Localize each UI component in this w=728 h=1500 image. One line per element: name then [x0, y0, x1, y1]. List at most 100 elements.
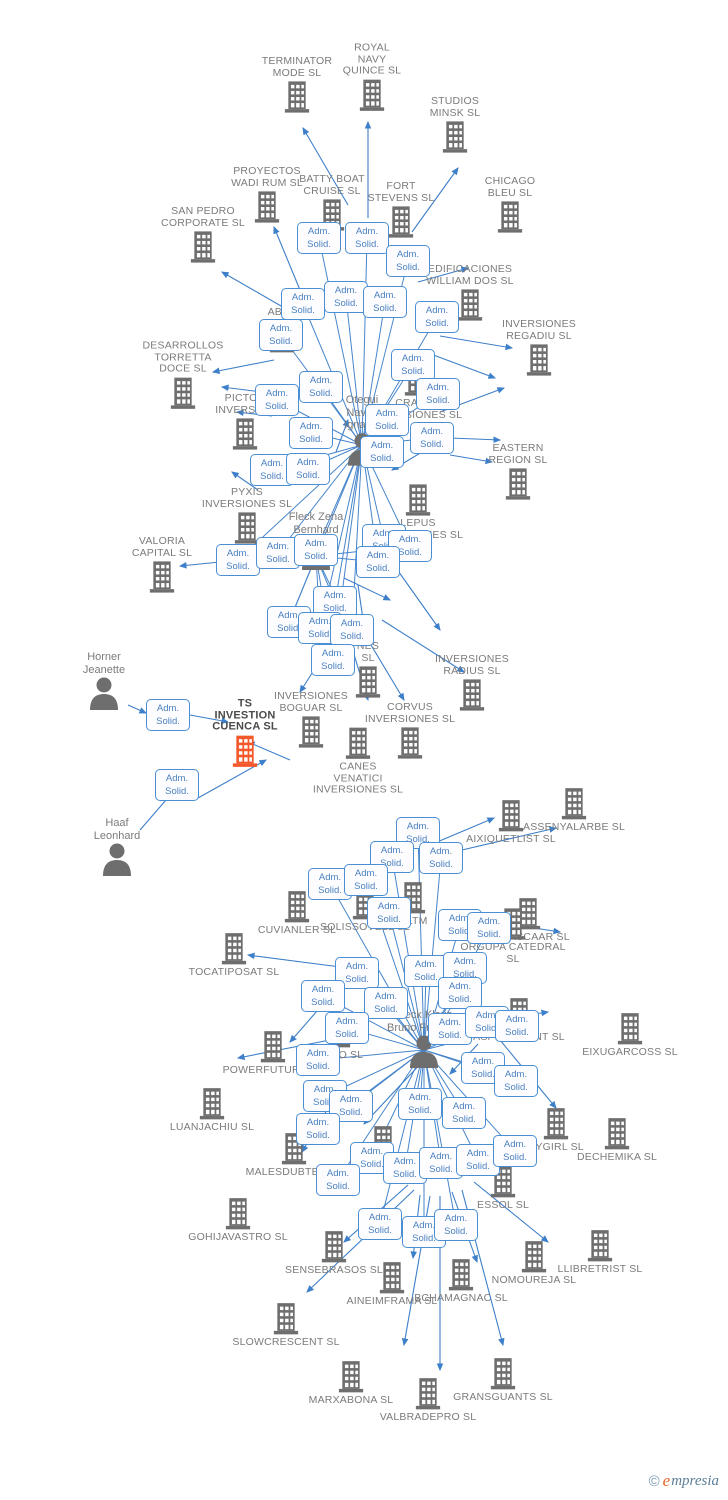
company-node[interactable]: CANES VENATICI INVERSIONES SL: [298, 726, 418, 796]
relation-line-1: Adm.: [321, 648, 345, 659]
relation-badge-adm-solid[interactable]: Adm. Solid.: [289, 417, 333, 449]
company-node[interactable]: INVERSIONES REGADIU SL: [479, 318, 599, 377]
relation-line-1: Adm.: [396, 249, 420, 260]
building-icon: [345, 727, 371, 759]
relation-line-2: Solid.: [296, 470, 320, 481]
relation-badge-adm-solid[interactable]: Adm. Solid.: [365, 404, 409, 436]
company-node[interactable]: VALORIA CAPITAL SL: [102, 535, 222, 594]
relation-line-1: Adm.: [334, 285, 358, 296]
relation-badge-adm-solid[interactable]: Adm. Solid.: [259, 319, 303, 351]
company-node[interactable]: STUDIOS MINSK SL: [395, 95, 515, 154]
relation-badge-adm-solid[interactable]: Adm. Solid.: [367, 897, 411, 929]
relation-line-1: Adm.: [477, 916, 501, 927]
relation-badge-adm-solid[interactable]: Adm. Solid.: [416, 378, 460, 410]
building-icon: [526, 344, 552, 376]
building-icon: [448, 1259, 474, 1291]
relation-line-2: Solid.: [156, 716, 180, 727]
company-label: CHICAGO BLEU SL: [484, 175, 536, 199]
relation-badge-adm-solid[interactable]: Adm. Solid.: [493, 1135, 537, 1167]
company-node[interactable]: SLOWCRESCENT SL: [226, 1302, 346, 1349]
network-diagram-canvas[interactable]: Otegui Navas Ignacio Horner Jeanette Haaf …: [0, 0, 728, 1500]
person-node[interactable]: Horner Jeanette: [49, 651, 159, 715]
relation-badge-adm-solid[interactable]: Adm. Solid.: [391, 349, 435, 381]
company-node[interactable]: GRANSGUANTS SL: [443, 1357, 563, 1404]
relation-badge-adm-solid[interactable]: Adm. Solid.: [358, 1208, 402, 1240]
relation-badge-adm-solid[interactable]: Adm. Solid.: [419, 842, 463, 874]
building-icon: [232, 735, 258, 767]
building-icon: [232, 418, 258, 450]
company-node[interactable]: EIXUGARCOSS SL: [570, 1012, 690, 1059]
relation-badge-adm-solid[interactable]: Adm. Solid.: [155, 769, 199, 801]
brand-name: mpresia: [671, 1472, 719, 1489]
relation-badge-adm-solid[interactable]: Adm. Solid.: [434, 1209, 478, 1241]
relation-badge-adm-solid[interactable]: Adm. Solid.: [398, 1088, 442, 1120]
relation-line-2: Solid.: [370, 453, 394, 464]
relation-badge-adm-solid[interactable]: Adm. Solid.: [344, 864, 388, 896]
target-company-node[interactable]: TS INVESTION CUENCA SL: [185, 698, 305, 768]
relation-badge-adm-solid[interactable]: Adm. Solid.: [296, 1113, 340, 1145]
relation-line-2: Solid.: [425, 318, 449, 329]
relation-badge-adm-solid[interactable]: Adm. Solid.: [410, 422, 454, 454]
company-node[interactable]: TOCATIPOSAT SL: [174, 932, 294, 979]
relation-badge-adm-solid[interactable]: Adm. Solid.: [297, 222, 341, 254]
relation-badge-adm-solid[interactable]: Adm. Solid.: [286, 453, 330, 485]
relation-line-1: Adm.: [374, 991, 398, 1002]
company-node[interactable]: SAN PEDRO CORPORATE SL: [143, 205, 263, 264]
relation-line-2: Solid.: [505, 1027, 529, 1038]
relation-badge-adm-solid[interactable]: Adm. Solid.: [255, 384, 299, 416]
relation-edge: [221, 271, 289, 311]
relation-badge-adm-solid[interactable]: Adm. Solid.: [325, 1012, 369, 1044]
relation-line-1: Adm.: [156, 703, 180, 714]
relation-badge-adm-solid[interactable]: Adm. Solid.: [415, 301, 459, 333]
relation-line-1: Adm.: [452, 1101, 476, 1112]
company-node[interactable]: CHICAGO BLEU SL: [450, 175, 570, 234]
relation-line-2: Solid.: [326, 1181, 350, 1192]
relation-badge-adm-solid[interactable]: Adm. Solid.: [494, 1065, 538, 1097]
relation-badge-adm-solid[interactable]: Adm. Solid.: [467, 912, 511, 944]
relation-badge-adm-solid[interactable]: Adm. Solid.: [316, 1164, 360, 1196]
company-node[interactable]: DECHEMIKA SL: [557, 1117, 677, 1164]
relation-line-1: Adm.: [226, 548, 250, 559]
person-label: Haaf Leonhard: [93, 817, 141, 842]
relation-badge-adm-solid[interactable]: Adm. Solid.: [438, 977, 482, 1009]
relation-badge-adm-solid[interactable]: Adm. Solid.: [442, 1097, 486, 1129]
relation-badge-adm-solid[interactable]: Adm. Solid.: [356, 546, 400, 578]
relation-badge-adm-solid[interactable]: Adm. Solid.: [294, 534, 338, 566]
building-icon: [604, 1118, 630, 1150]
relation-line-1: Adm.: [306, 1048, 330, 1059]
relation-line-1: Adm.: [373, 290, 397, 301]
company-node[interactable]: LUANJACHIU SL: [152, 1087, 272, 1134]
relation-badge-adm-solid[interactable]: Adm. Solid.: [330, 614, 374, 646]
relation-line-2: Solid.: [334, 298, 358, 309]
relation-line-2: Solid.: [307, 239, 331, 250]
relation-badge-adm-solid[interactable]: Adm. Solid.: [324, 281, 368, 313]
relation-badge-adm-solid[interactable]: Adm. Solid.: [495, 1010, 539, 1042]
relation-badge-adm-solid[interactable]: Adm. Solid.: [364, 987, 408, 1019]
relation-line-2: Solid.: [299, 434, 323, 445]
company-node[interactable]: LLIBRETRIST SL: [540, 1229, 660, 1276]
building-icon: [405, 484, 431, 516]
company-label: LLIBRETRIST SL: [557, 1262, 643, 1275]
relation-badge-adm-solid[interactable]: Adm. Solid.: [281, 288, 325, 320]
relation-badge-adm-solid[interactable]: Adm. Solid.: [299, 371, 343, 403]
company-node[interactable]: AIXIQUETLIST SL: [451, 799, 571, 846]
relation-line-2: Solid.: [426, 395, 450, 406]
relation-badge-adm-solid[interactable]: Adm. Solid.: [296, 1044, 340, 1076]
relation-line-2: Solid.: [396, 262, 420, 273]
relation-line-1: Adm.: [429, 846, 453, 857]
company-label: CANES VENATICI INVERSIONES SL: [312, 760, 404, 796]
relation-badge-adm-solid[interactable]: Adm. Solid.: [345, 222, 389, 254]
relation-badge-adm-solid[interactable]: Adm. Solid.: [311, 644, 355, 676]
relation-badge-adm-solid[interactable]: Adm. Solid.: [216, 544, 260, 576]
relation-badge-adm-solid[interactable]: Adm. Solid.: [301, 980, 345, 1012]
relation-badge-adm-solid[interactable]: Adm. Solid.: [386, 245, 430, 277]
relation-line-2: Solid.: [266, 554, 290, 565]
building-icon: [490, 1358, 516, 1390]
person-node[interactable]: Haaf Leonhard: [62, 817, 172, 881]
relation-badge-adm-solid[interactable]: Adm. Solid.: [146, 699, 190, 731]
relation-line-2: Solid.: [165, 786, 189, 797]
relation-line-1: Adm.: [345, 961, 369, 972]
relation-badge-adm-solid[interactable]: Adm. Solid.: [360, 436, 404, 468]
relation-badge-adm-solid[interactable]: Adm. Solid.: [363, 286, 407, 318]
company-label: NOMOUREJA SL: [491, 1273, 577, 1286]
